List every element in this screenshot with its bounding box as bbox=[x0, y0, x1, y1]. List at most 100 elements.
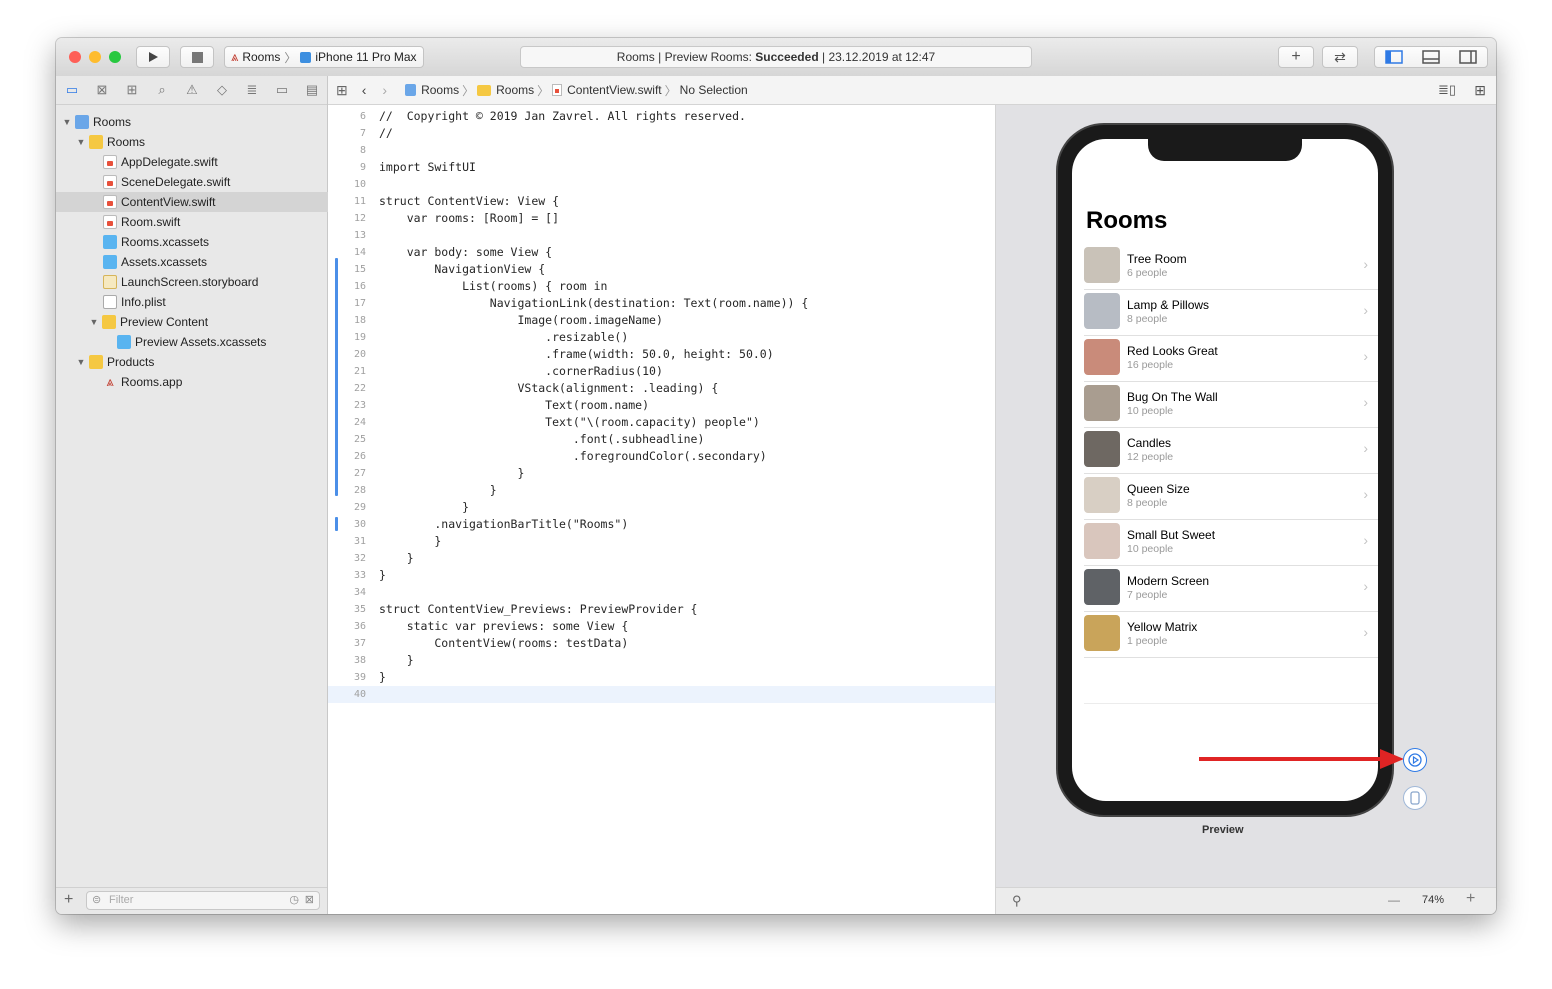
code-line[interactable]: 21 .cornerRadius(10) bbox=[328, 363, 995, 380]
code-line[interactable]: 10 bbox=[328, 176, 995, 193]
code-editor[interactable]: 6 // Copyright © 2019 Jan Zavrel. All rig… bbox=[328, 105, 996, 914]
breadcrumb-group[interactable]: Rooms bbox=[496, 83, 534, 97]
code-line[interactable]: 13 bbox=[328, 227, 995, 244]
code-line[interactable]: 35 struct ContentView_Previews: PreviewPr… bbox=[328, 601, 995, 618]
tree-item-product[interactable]: ⩓ Rooms.app bbox=[56, 372, 374, 392]
tree-item-file[interactable]: Rooms.xcassets bbox=[56, 232, 374, 252]
code-line[interactable]: 11 struct ContentView: View { bbox=[328, 193, 995, 210]
zoom-window-button[interactable] bbox=[109, 51, 121, 63]
code-review-button[interactable]: ⇄ bbox=[1322, 46, 1358, 68]
tree-item-file[interactable]: AppDelegate.swift bbox=[56, 152, 374, 172]
room-row[interactable]: Modern Screen 7 people › bbox=[1084, 565, 1378, 612]
tree-item-file[interactable]: Room.swift bbox=[56, 212, 374, 232]
code-line[interactable]: 40 bbox=[328, 686, 995, 703]
live-preview-button[interactable] bbox=[1403, 748, 1427, 772]
code-line[interactable]: 22 VStack(alignment: .leading) { bbox=[328, 380, 995, 397]
tree-item-file[interactable]: Assets.xcassets bbox=[56, 252, 374, 272]
related-items-icon[interactable]: ⊞ bbox=[336, 82, 348, 99]
editor-options-icon[interactable]: ≣▯ bbox=[1438, 82, 1456, 98]
code-line[interactable]: 7 // bbox=[328, 125, 995, 142]
warning-icon[interactable]: ⚠ bbox=[182, 82, 202, 98]
code-line[interactable]: 31 } bbox=[328, 533, 995, 550]
code-line[interactable]: 12 var rooms: [Room] = [] bbox=[328, 210, 995, 227]
code-line[interactable]: 28 } bbox=[328, 482, 995, 499]
stop-button[interactable] bbox=[180, 46, 214, 68]
code-line[interactable]: 30 .navigationBarTitle("Rooms") bbox=[328, 516, 995, 533]
source-control-icon[interactable]: ⊠ bbox=[92, 82, 112, 98]
room-row[interactable]: Small But Sweet 10 people › bbox=[1084, 519, 1378, 566]
breakpoint-icon[interactable]: ▭ bbox=[272, 82, 292, 98]
code-line[interactable]: 14 var body: some View { bbox=[328, 244, 995, 261]
filter-input[interactable]: ⊜ Filter ◷ ⊠ bbox=[86, 891, 320, 910]
code-line[interactable]: 26 .foregroundColor(.secondary) bbox=[328, 448, 995, 465]
disclosure-open-icon[interactable]: ▼ bbox=[89, 317, 99, 327]
scheme-selector[interactable]: ⩓ Rooms 〉 iPhone 11 Pro Max bbox=[224, 46, 424, 68]
zoom-out-button[interactable]: — bbox=[1388, 893, 1400, 907]
code-line[interactable]: 38 } bbox=[328, 652, 995, 669]
test-navigator-icon[interactable]: ◇ bbox=[212, 82, 232, 98]
code-line[interactable]: 25 .font(.subheadline) bbox=[328, 431, 995, 448]
code-line[interactable]: 20 .frame(width: 50.0, height: 50.0) bbox=[328, 346, 995, 363]
code-line[interactable]: 6 // Copyright © 2019 Jan Zavrel. All rig… bbox=[328, 108, 995, 125]
code-line[interactable]: 15 NavigationView { bbox=[328, 261, 995, 278]
library-button[interactable]: + bbox=[1278, 46, 1314, 68]
room-row[interactable]: Bug On The Wall 10 people › bbox=[1084, 381, 1378, 428]
disclosure-open-icon[interactable]: ▼ bbox=[76, 137, 86, 147]
preview-on-device-button[interactable] bbox=[1403, 786, 1427, 810]
report-icon[interactable]: ▤ bbox=[302, 82, 322, 98]
code-line[interactable]: 9 import SwiftUI bbox=[328, 159, 995, 176]
code-line[interactable]: 32 } bbox=[328, 550, 995, 567]
recent-filter-icon[interactable]: ◷ bbox=[289, 892, 299, 909]
code-line[interactable]: 23 Text(room.name) bbox=[328, 397, 995, 414]
debug-area-toggle-icon[interactable] bbox=[1422, 50, 1440, 64]
tree-item-group-preview-content[interactable]: ▼ Preview Content bbox=[56, 312, 360, 332]
room-row[interactable]: Candles 12 people › bbox=[1084, 427, 1378, 474]
add-file-icon[interactable]: + bbox=[64, 891, 73, 909]
code-line[interactable]: 29 } bbox=[328, 499, 995, 516]
search-icon[interactable]: ⌕ bbox=[152, 82, 172, 98]
room-row[interactable]: Red Looks Great 16 people › bbox=[1084, 335, 1378, 382]
room-row[interactable]: Queen Size 8 people › bbox=[1084, 473, 1378, 520]
tree-item-project[interactable]: ▼ Rooms bbox=[56, 112, 333, 132]
inspector-toggle-icon[interactable] bbox=[1459, 50, 1478, 64]
room-row[interactable]: Yellow Matrix 1 people › bbox=[1084, 611, 1378, 658]
code-line[interactable]: 27 } bbox=[328, 465, 995, 482]
tree-item-group-products[interactable]: ▼ Products bbox=[56, 352, 347, 372]
back-arrow-icon[interactable]: ‹ bbox=[362, 82, 367, 98]
minimize-window-button[interactable] bbox=[89, 51, 101, 63]
debug-navigator-icon[interactable]: ≣ bbox=[242, 82, 262, 98]
code-line[interactable]: 34 bbox=[328, 584, 995, 601]
device-screen[interactable]: Rooms Tree Room 6 people › Lamp & Pillows 8 … bbox=[1072, 139, 1378, 801]
close-window-button[interactable] bbox=[69, 51, 81, 63]
zoom-in-button[interactable]: + bbox=[1466, 890, 1475, 908]
room-row[interactable]: Lamp & Pillows 8 people › bbox=[1084, 289, 1378, 336]
pin-icon[interactable]: ⚲ bbox=[1012, 893, 1022, 909]
tree-item-file[interactable]: Info.plist bbox=[56, 292, 374, 312]
run-button[interactable] bbox=[136, 46, 170, 68]
code-line[interactable]: 19 .resizable() bbox=[328, 329, 995, 346]
code-line[interactable]: 36 static var previews: some View { bbox=[328, 618, 995, 635]
breadcrumb-selection[interactable]: No Selection bbox=[680, 83, 748, 97]
add-editor-icon[interactable]: ⊞ bbox=[1474, 82, 1486, 99]
code-line[interactable]: 24 Text("\(room.capacity) people") bbox=[328, 414, 995, 431]
code-line[interactable]: 37 ContentView(rooms: testData) bbox=[328, 635, 995, 652]
code-line[interactable]: 17 NavigationLink(destination: Text(room… bbox=[328, 295, 995, 312]
source-control-filter-icon[interactable]: ⊠ bbox=[305, 892, 314, 909]
tree-item-file[interactable]: LaunchScreen.storyboard bbox=[56, 272, 374, 292]
forward-arrow-icon[interactable]: › bbox=[382, 82, 387, 98]
folder-navigator-icon[interactable]: ▭ bbox=[62, 82, 82, 98]
code-line[interactable]: 39} bbox=[328, 669, 995, 686]
code-line[interactable]: 33} bbox=[328, 567, 995, 584]
code-line[interactable]: 18 Image(room.imageName) bbox=[328, 312, 995, 329]
tree-item-file[interactable]: SceneDelegate.swift bbox=[56, 172, 374, 192]
breadcrumb-file[interactable]: ContentView.swift bbox=[567, 83, 662, 97]
disclosure-open-icon[interactable]: ▼ bbox=[76, 357, 86, 367]
zoom-level[interactable]: 74% bbox=[1422, 894, 1444, 906]
code-line[interactable]: 8 bbox=[328, 142, 995, 159]
navigator-toggle-icon[interactable] bbox=[1384, 50, 1403, 64]
tree-item-file-selected[interactable]: ContentView.swift M bbox=[56, 192, 374, 212]
breadcrumb-project[interactable]: Rooms bbox=[421, 83, 459, 97]
tree-item-group-rooms[interactable]: ▼ Rooms bbox=[56, 132, 347, 152]
disclosure-open-icon[interactable]: ▼ bbox=[62, 117, 72, 127]
symbol-navigator-icon[interactable]: ⊞ bbox=[122, 82, 142, 98]
